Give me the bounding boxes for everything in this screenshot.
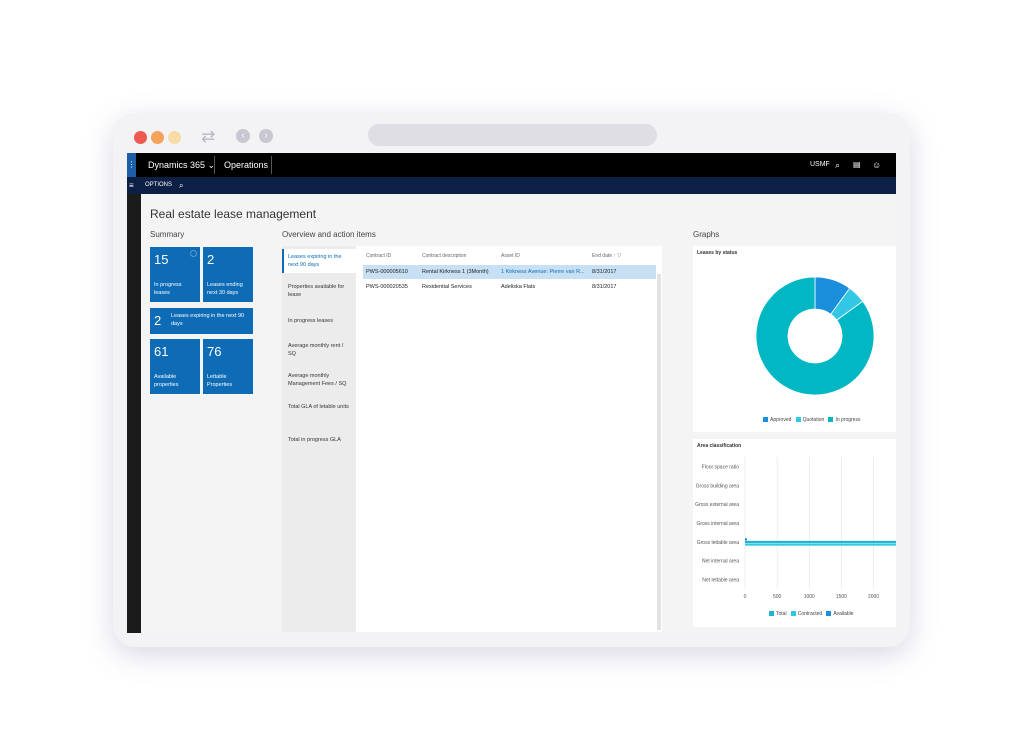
leases-grid: Contract ID Contract description Asset I… bbox=[356, 246, 662, 632]
legend-item-available: Available bbox=[826, 611, 854, 617]
tile-label: Leases ending next 30 days bbox=[207, 282, 243, 296]
back-button[interactable]: ‹ bbox=[236, 129, 250, 143]
cell-end-date: 8/31/2017 bbox=[592, 284, 617, 290]
tile-value: 76 bbox=[207, 344, 222, 359]
bar-contracted[interactable] bbox=[745, 543, 896, 546]
status-legend: Approved Quotation In progress bbox=[763, 417, 860, 423]
module-name[interactable]: Operations bbox=[224, 153, 268, 177]
cell-contract-description: Residential Services bbox=[422, 284, 472, 290]
app-launcher-icon[interactable]: ⋮ bbox=[127, 153, 136, 177]
action-items-menu: Leases expiring in the next 90 days Prop… bbox=[282, 246, 356, 632]
tile-leases-expiring-90-days[interactable]: 2 Leases expiring in the next 90 days bbox=[150, 308, 253, 334]
tile-value: 2 bbox=[154, 313, 162, 328]
tile-value: 15 bbox=[154, 252, 169, 267]
menu-item-properties-available[interactable]: Properties available for lease bbox=[282, 283, 356, 299]
menu-item-total-gla[interactable]: Total GLA of letable units bbox=[282, 403, 356, 411]
area-classification-chart: 0 500 1000 1500 2000 Floor space ratio Gross b… bbox=[695, 457, 896, 600]
tile-leases-ending-30-days[interactable]: 2 Leases ending next 30 days bbox=[203, 247, 253, 302]
leases-by-status-chart bbox=[755, 276, 875, 396]
topbar-divider bbox=[271, 156, 272, 174]
tile-label: Available properties bbox=[154, 374, 179, 388]
tile-value: 61 bbox=[154, 344, 169, 359]
tile-label: Lettable Properties bbox=[207, 374, 233, 388]
message-icon[interactable]: ▤ bbox=[853, 153, 861, 177]
legend-item-total: Total bbox=[769, 611, 787, 617]
y-tick-label: Gross internal area bbox=[696, 521, 739, 527]
menu-item-in-progress-gla[interactable]: Total in progress GLA bbox=[282, 436, 356, 444]
column-header-contract-description[interactable]: Contract description bbox=[422, 253, 466, 259]
tile-value: 2 bbox=[207, 252, 215, 267]
y-tick-label: Net internal area bbox=[702, 559, 739, 565]
y-tick-label: Gross external area bbox=[695, 502, 739, 508]
cell-contract-id: PWS-000020535 bbox=[366, 284, 408, 290]
hamburger-menu-icon[interactable]: ≡ bbox=[129, 177, 134, 194]
menu-item-average-rent[interactable]: Average monthly rent / SQ bbox=[282, 342, 356, 358]
graphs-heading: Graphs bbox=[693, 230, 720, 239]
tile-lettable-properties[interactable]: 76 Lettable Properties bbox=[203, 339, 253, 394]
overview-heading: Overview and action items bbox=[282, 230, 376, 239]
tile-label: In progress leases bbox=[154, 282, 182, 296]
legend-item-quotation: Quotation bbox=[795, 417, 824, 423]
refresh-icon[interactable]: ⇄ bbox=[201, 128, 215, 146]
legend-item-contracted: Contracted bbox=[790, 611, 822, 617]
tile-label: Leases expiring in the next 90 days bbox=[171, 313, 245, 327]
legend-item-approved: Approved bbox=[763, 417, 791, 423]
address-bar[interactable] bbox=[368, 124, 657, 146]
company-selector[interactable]: USMF bbox=[810, 153, 830, 177]
x-tick-label: 500 bbox=[773, 594, 782, 600]
close-window-button[interactable] bbox=[134, 131, 147, 144]
column-header-asset-id[interactable]: Asset ID bbox=[501, 253, 520, 259]
table-row[interactable]: PWS-000005610 Rental Kirkness 1 (3Month)… bbox=[363, 265, 656, 279]
search-icon[interactable]: ⌕ bbox=[179, 177, 183, 194]
options-tab[interactable]: OPTIONS bbox=[145, 177, 172, 194]
bar-total[interactable] bbox=[745, 540, 896, 544]
y-tick-label: Net lettable area bbox=[702, 578, 739, 584]
search-icon[interactable]: ⌕ bbox=[835, 153, 840, 177]
summary-heading: Summary bbox=[150, 230, 185, 239]
forward-button[interactable]: › bbox=[259, 129, 273, 143]
action-pane: ≡ OPTIONS ⌕ bbox=[127, 177, 896, 194]
y-tick-label: Floor space ratio bbox=[702, 464, 739, 470]
info-icon[interactable] bbox=[190, 250, 197, 257]
page-title: Real estate lease management bbox=[150, 207, 317, 221]
top-navigation-bar: ⋮ Dynamics 365 ⌄ Operations USMF ⌕ ▤ ☺ bbox=[127, 153, 896, 177]
minimize-window-button[interactable] bbox=[151, 131, 164, 144]
left-navigation-strip bbox=[127, 194, 141, 633]
tile-available-properties[interactable]: 61 Available properties bbox=[150, 339, 200, 394]
legend-item-in-progress: In progress bbox=[828, 417, 860, 423]
column-header-label: End date bbox=[592, 253, 613, 259]
y-tick-label: Gross building area bbox=[696, 483, 740, 489]
app-screen: ⋮ Dynamics 365 ⌄ Operations USMF ⌕ ▤ ☺ ≡… bbox=[127, 153, 896, 633]
topbar-divider bbox=[214, 156, 215, 174]
workspace-content: Real estate lease management Summary 15 … bbox=[141, 194, 896, 633]
x-tick-label: 0 bbox=[744, 594, 747, 600]
maximize-window-button[interactable] bbox=[168, 131, 181, 144]
bar-available[interactable] bbox=[745, 538, 747, 541]
x-tick-label: 1500 bbox=[836, 594, 847, 600]
leases-by-status-panel: Leases by status Approved Quotation In p… bbox=[693, 246, 896, 432]
menu-item-average-fees[interactable]: Average monthly Management Fees / SQ bbox=[282, 372, 356, 388]
menu-item-leases-expiring[interactable]: Leases expiring in the next 90 days bbox=[282, 249, 356, 273]
cell-contract-id: PWS-000005610 bbox=[366, 269, 408, 275]
area-legend: Total Contracted Available bbox=[769, 611, 854, 617]
column-header-end-date[interactable]: End date ↑ ▽ bbox=[592, 253, 621, 259]
x-tick-label: 2000 bbox=[868, 594, 879, 600]
sort-icon[interactable]: ↑ bbox=[613, 253, 616, 259]
smiley-icon[interactable]: ☺ bbox=[872, 153, 881, 177]
cell-contract-description: Rental Kirkness 1 (3Month) bbox=[422, 269, 489, 275]
browser-window: ⇄ ‹ › ⋮ Dynamics 365 ⌄ Operations USMF ⌕… bbox=[113, 113, 910, 647]
y-tick-label: Gross lettable area bbox=[697, 540, 739, 546]
grid-scrollbar[interactable] bbox=[657, 274, 661, 630]
area-classification-panel: Area classification 0 500 1000 1500 2000 Floo… bbox=[693, 439, 896, 627]
filter-icon[interactable]: ▽ bbox=[617, 253, 621, 259]
cell-end-date: 8/31/2017 bbox=[592, 269, 617, 275]
cell-asset-id: Adeliska Flats bbox=[501, 284, 536, 290]
column-header-contract-id[interactable]: Contract ID bbox=[366, 253, 391, 259]
table-row[interactable]: PWS-000020535 Residential Services Adeli… bbox=[363, 280, 656, 294]
x-tick-label: 1000 bbox=[804, 594, 815, 600]
app-name[interactable]: Dynamics 365 ⌄ bbox=[148, 153, 215, 177]
menu-item-in-progress-leases[interactable]: In progress leases bbox=[282, 317, 356, 325]
tile-in-progress-leases[interactable]: 15 In progress leases bbox=[150, 247, 200, 302]
cell-asset-id[interactable]: 1 Kirkness Avenue: Pierre van R... bbox=[501, 269, 586, 275]
